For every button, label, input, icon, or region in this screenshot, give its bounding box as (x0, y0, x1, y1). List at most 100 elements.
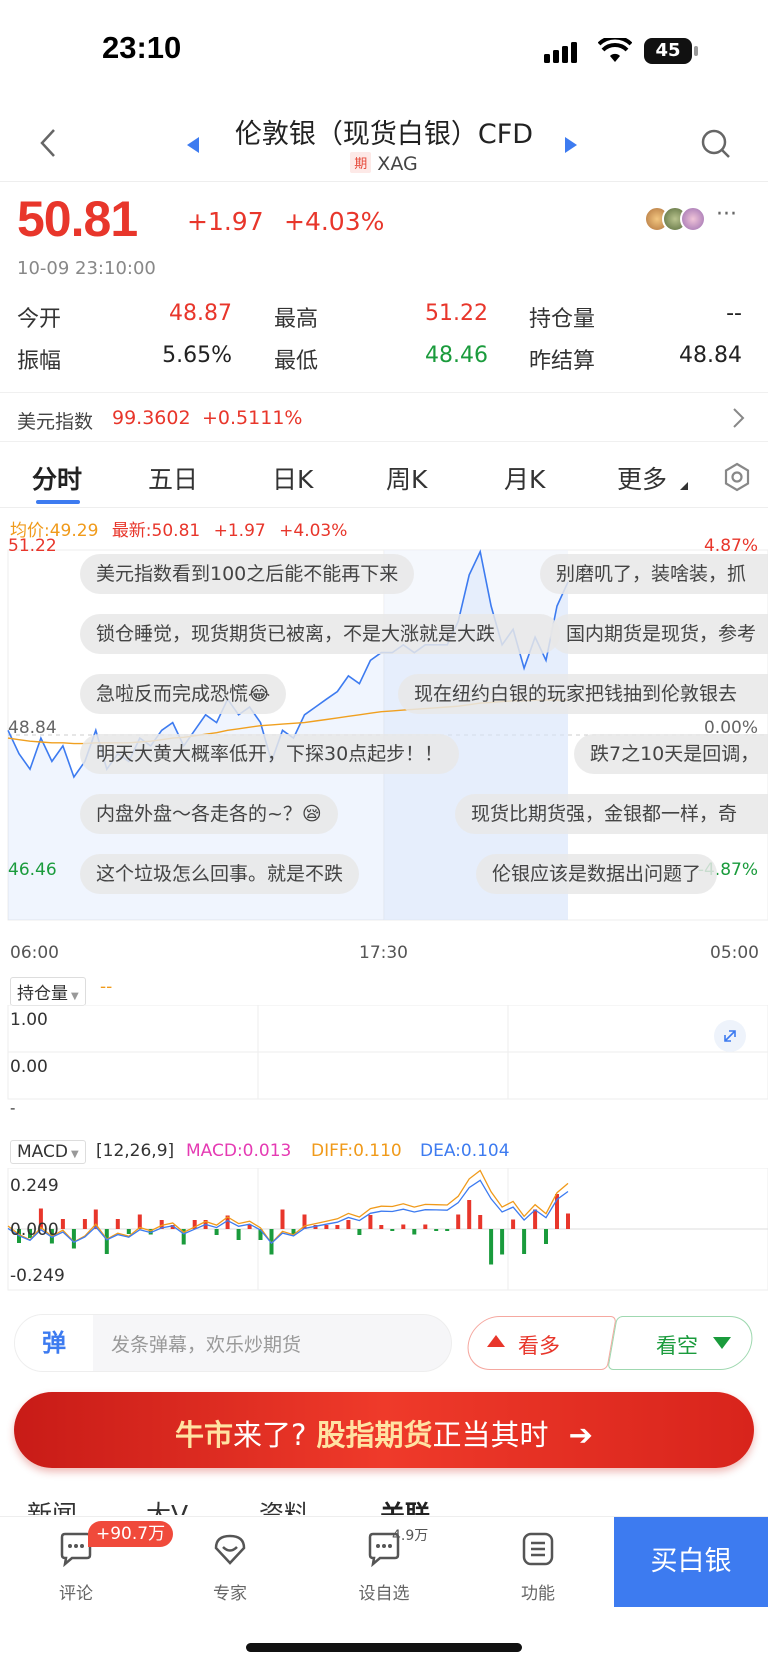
danmu-toggle-icon[interactable]: 弹 (15, 1315, 93, 1371)
promo-banner[interactable]: 牛市来了? 股指期货正当其时 ➔ (14, 1392, 754, 1468)
macd-selector[interactable]: MACD ▼ (10, 1140, 86, 1164)
buy-button[interactable]: 买白银 (614, 1517, 768, 1607)
oi-selector[interactable]: 持仓量 ▼ (10, 977, 86, 1006)
arrow-right-icon: ➔ (568, 1418, 593, 1452)
danmu-bubble[interactable]: 明天大黄大概率低开，下探30点起步！！ (80, 734, 460, 774)
search-icon[interactable] (700, 128, 732, 160)
symbol: XAG (377, 153, 418, 175)
x-tick-label: 17:30 (359, 943, 408, 963)
tab-monthly-k[interactable]: 月K (504, 460, 545, 496)
clock: 23:10 (102, 30, 182, 65)
macd-tick: 0.249 (10, 1176, 59, 1196)
macd-bar (280, 1209, 285, 1229)
home-indicator (246, 1643, 522, 1652)
tab-daily-k[interactable]: 日K (272, 460, 313, 496)
stat-label: 最低 (274, 349, 319, 374)
oi-tick: 0.00 (10, 1057, 48, 1077)
tab-intraday[interactable]: 分时 (32, 460, 82, 496)
oi-label: 持仓量 (17, 984, 68, 1004)
last-price: 50.81 (17, 191, 138, 247)
macd-bar (401, 1224, 406, 1229)
macd-bar (368, 1215, 373, 1229)
battery-tip (694, 46, 698, 56)
danmu-bubble[interactable]: 内盘外盘～各走各的~？😪 (80, 794, 338, 834)
macd-bar (346, 1220, 351, 1229)
bear-label: 看空 (656, 1334, 698, 1358)
macd-bar (445, 1229, 450, 1231)
sub-tabs: 新闻 大V 资料 关联 (0, 1485, 768, 1515)
macd-bar (434, 1229, 439, 1231)
nav-functions[interactable]: 功能 (488, 1517, 588, 1607)
macd-bar (478, 1215, 483, 1229)
stat-value: 5.65% (162, 343, 232, 368)
macd-bar (566, 1213, 570, 1229)
tab-more[interactable]: 更多 (617, 460, 667, 496)
stat-label: 最高 (274, 307, 319, 332)
subtab-info[interactable]: 资料 (259, 1495, 309, 1515)
subtab-related[interactable]: 关联 (380, 1495, 430, 1515)
status-bar: 23:10 45 (0, 0, 768, 100)
next-arrow-icon[interactable] (564, 136, 578, 154)
intraday-chart[interactable]: 51.22 48.84 46.46 4.87% 0.00% -4.87% 06:… (0, 536, 768, 963)
nav-label: 专家 (213, 1584, 247, 1604)
macd-bar (335, 1225, 340, 1229)
banner-part: 牛市 (175, 1418, 234, 1452)
macd-bar (214, 1229, 219, 1235)
expand-icon[interactable] (714, 1020, 746, 1052)
danmu-bubble[interactable]: 现货比期货强，金银都一样，奇 (455, 794, 768, 834)
subtab-news[interactable]: 新闻 (27, 1495, 77, 1515)
macd-bar (71, 1229, 76, 1249)
diff-value: DIFF:0.110 (311, 1141, 402, 1161)
macd-bar (489, 1229, 494, 1265)
danmu-bubble[interactable]: 这个垃圾怎么回事。就是不跌 (80, 854, 360, 894)
danmu-input-bar[interactable]: 弹 发条弹幕，欢乐炒期货 (14, 1314, 452, 1372)
danmu-bubble[interactable]: 别磨叽了，装啥装，抓 (540, 554, 768, 594)
stat-label: 持仓量 (529, 307, 596, 332)
danmu-bubble[interactable]: 急啦反而完成恐慌😂 (80, 674, 287, 714)
user-avatars[interactable] (644, 206, 710, 232)
dropdown-icon: ▼ (70, 1149, 79, 1160)
up-triangle-icon (487, 1335, 505, 1347)
page-title: 伦敦银（现货白银）CFD (234, 119, 534, 150)
macd-bar (236, 1229, 241, 1240)
danmu-bubble[interactable]: 现在纽约白银的玩家把钱抽到伦敦银去 (398, 674, 768, 714)
dea-value: DEA:0.104 (420, 1141, 510, 1161)
macd-tick: 0.000 (10, 1220, 59, 1240)
macd-chart (7, 1168, 768, 1291)
danmu-bubble[interactable]: 锁仓睡觉，现货期货已被离，不是大涨就是大跌 (80, 614, 560, 654)
banner-part: 来了? (233, 1418, 307, 1452)
x-tick-label: 05:00 (710, 943, 759, 963)
more-icon[interactable]: ··· (716, 202, 737, 227)
subtab-bigv[interactable]: 大V (146, 1495, 188, 1515)
stat-label: 振幅 (17, 349, 62, 374)
macd-bar (324, 1225, 329, 1229)
stat-label: 昨结算 (529, 349, 596, 374)
tab-five-day[interactable]: 五日 (148, 460, 198, 496)
oi-grid (7, 1005, 768, 1100)
symbol-line: 期 XAG (0, 152, 768, 175)
settings-icon[interactable] (722, 462, 752, 492)
tab-indicator (36, 500, 80, 504)
macd-bar (423, 1224, 428, 1229)
danmu-bubble[interactable]: 伦银应该是数据出问题了 (476, 854, 718, 894)
tab-weekly-k[interactable]: 周K (386, 460, 427, 496)
danmu-bubble[interactable]: 美元指数看到100之后能不能再下来 (80, 554, 415, 594)
macd-bar (412, 1229, 417, 1235)
danmu-bubble[interactable]: 跌7之10天是回调， (574, 734, 768, 774)
macd-bar (357, 1229, 362, 1235)
price-change-pct: +4.03% (284, 207, 385, 236)
danmu-toggle-text: 弹 (42, 1329, 66, 1357)
comment-count-badge: +90.7万 (88, 1521, 174, 1547)
y-high-label: 51.22 (8, 536, 57, 556)
y-low-label: 46.46 (8, 860, 57, 880)
danmu-bubble[interactable]: 国内期货是现货，参考 (550, 614, 768, 654)
stat-value: 51.22 (425, 301, 488, 326)
price-change: +1.97 (187, 207, 264, 236)
nav-bar: 伦敦银（现货白银）CFD 期 XAG (0, 100, 768, 182)
intraday-change-pct: +4.03% (279, 521, 348, 541)
menu-icon (522, 1532, 554, 1566)
usd-index-row[interactable]: 美元指数 99.3602 +0.5111% (0, 392, 768, 442)
avatar (680, 206, 706, 232)
battery-level: 45 (655, 40, 681, 61)
nav-expert[interactable]: 专家 (180, 1517, 280, 1607)
